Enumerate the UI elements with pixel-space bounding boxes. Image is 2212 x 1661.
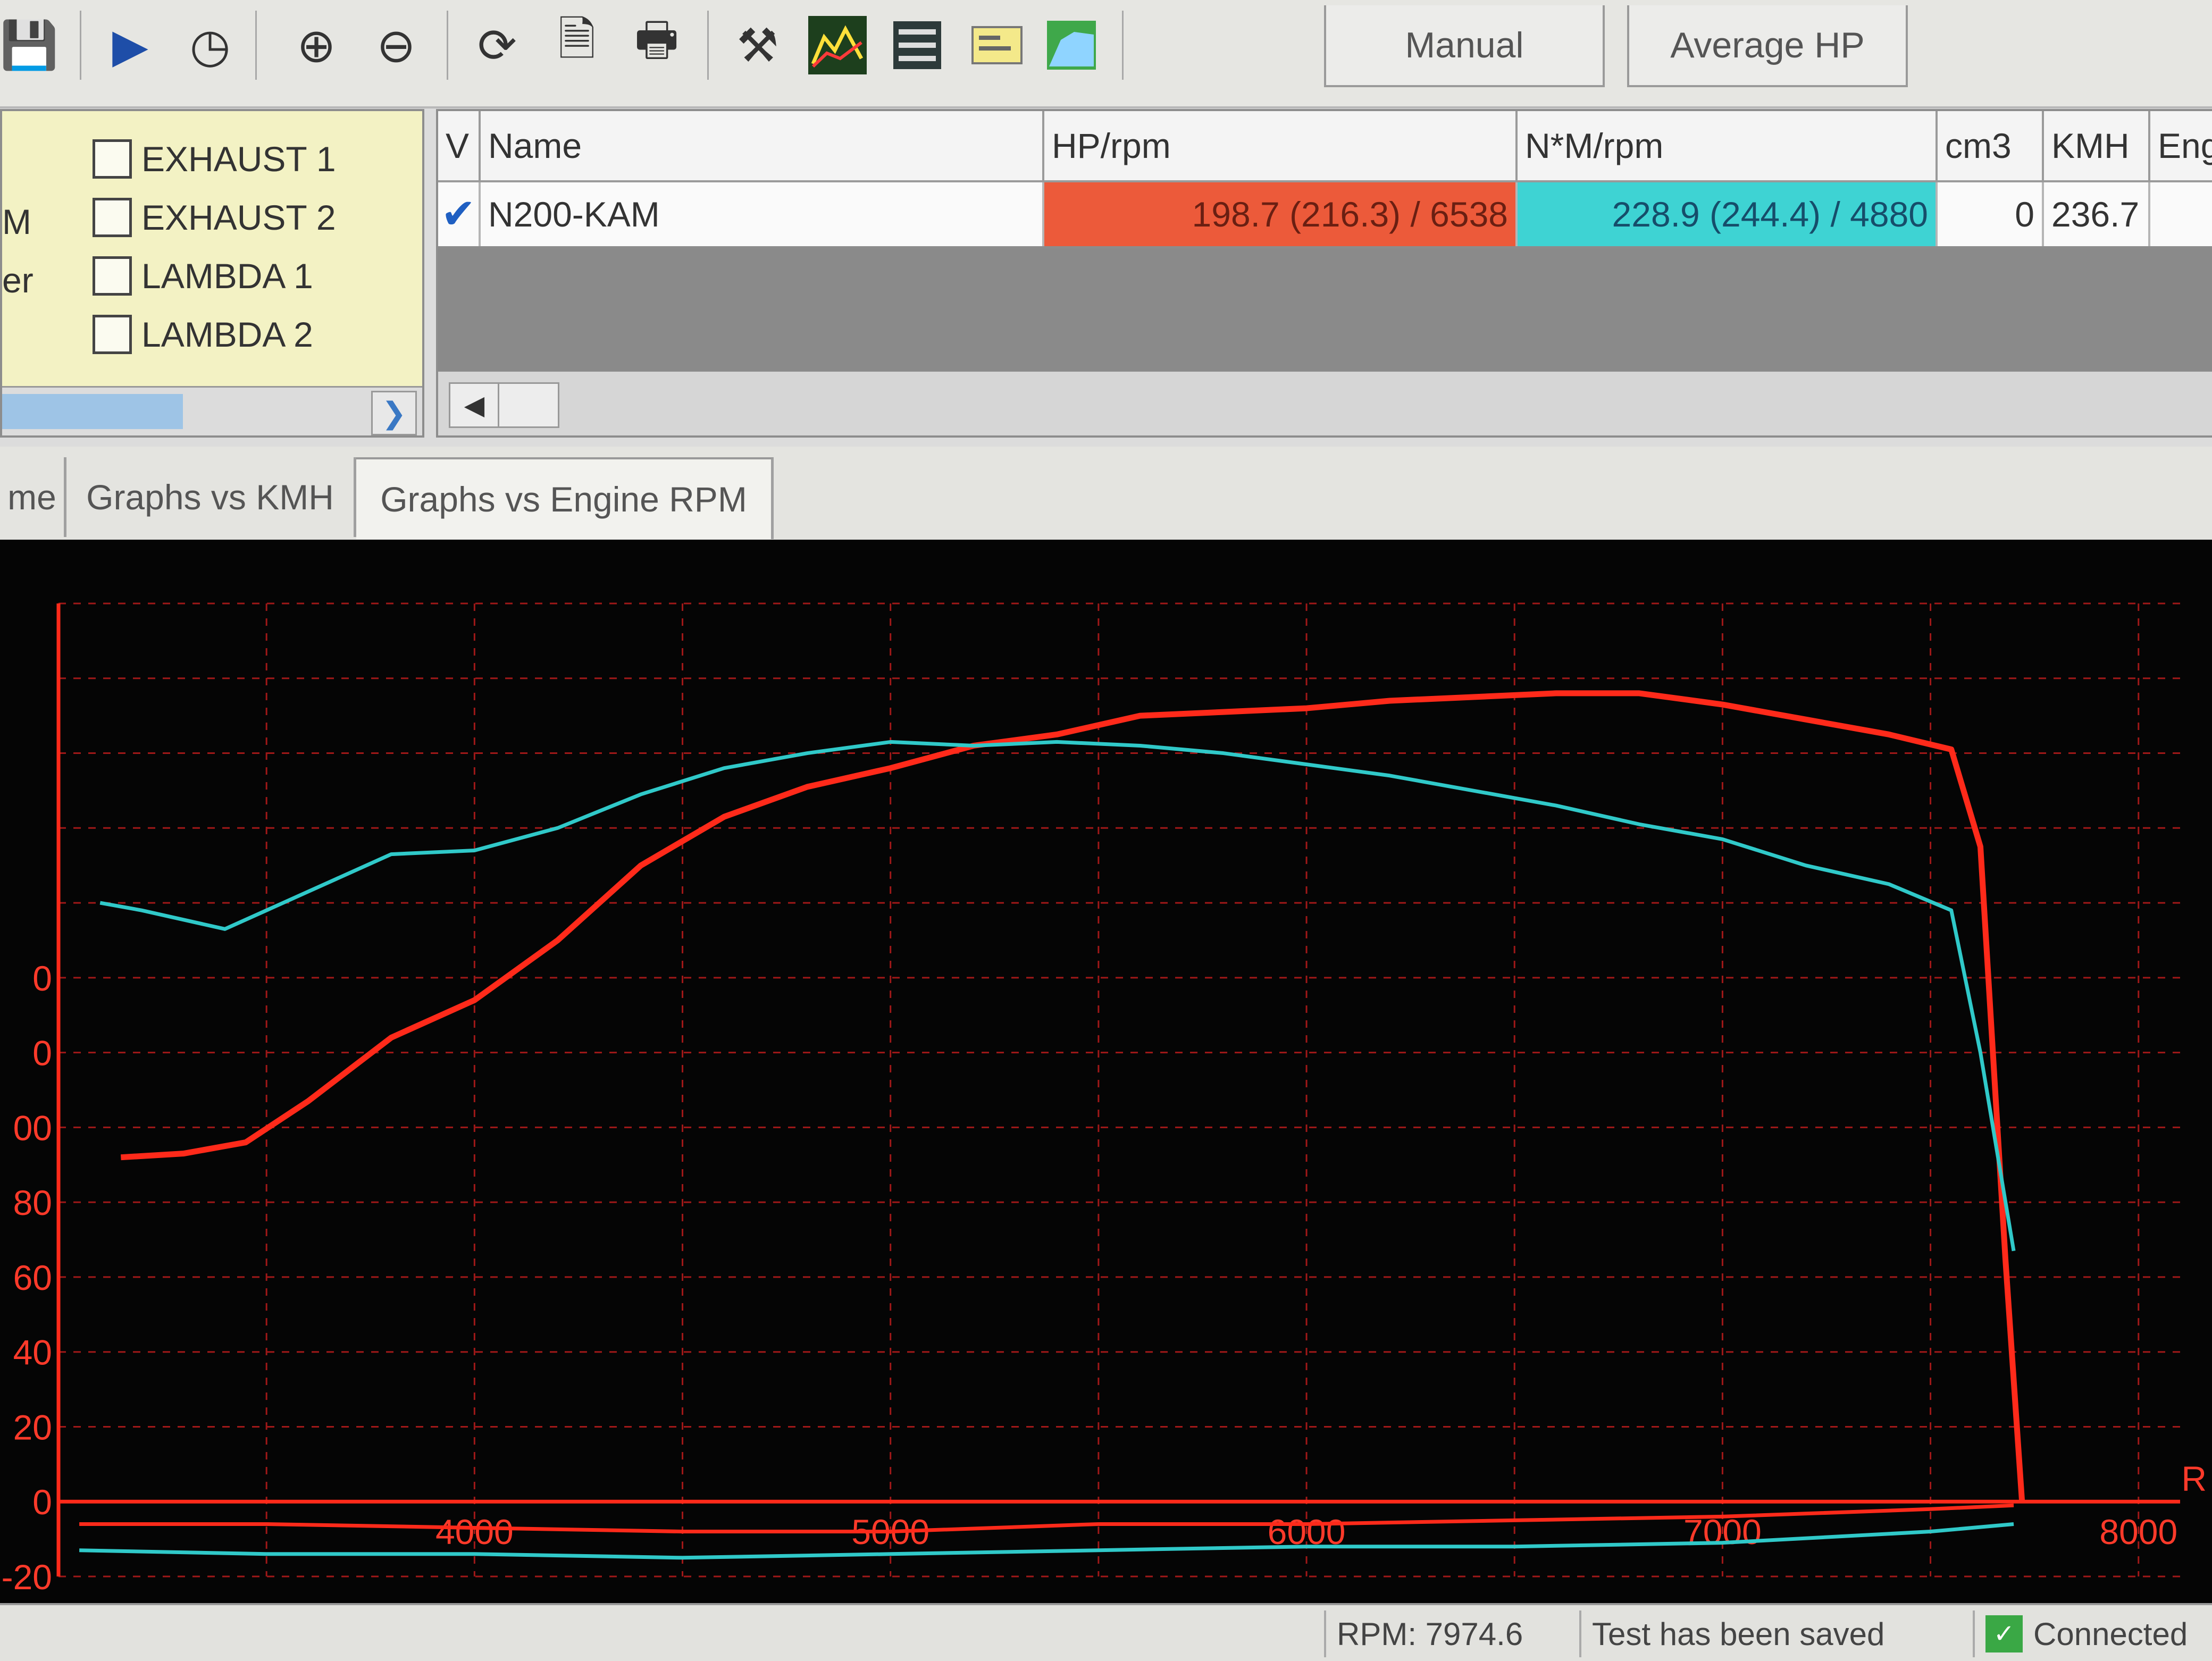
toolbar-separator bbox=[447, 11, 448, 80]
row-hp-value: 198.7 (216.3) / 6538 bbox=[1044, 182, 1518, 246]
refresh-icon[interactable]: ⟳ bbox=[468, 16, 526, 74]
series-line bbox=[99, 740, 2016, 1252]
status-bar: RPM: 7974.6 Test has been saved ✓ Connec… bbox=[0, 1603, 2212, 1661]
column-header-visible[interactable]: V bbox=[438, 111, 481, 180]
toolbar: 💾 ▶ ◷ ⊕ ⊖ ⟳ 🗎 🖶 ⚒ Manual Average HP bbox=[0, 0, 2212, 108]
y-tick-label: 20 bbox=[13, 1407, 52, 1447]
note-icon[interactable] bbox=[968, 16, 1026, 74]
toolbar-separator bbox=[1122, 11, 1124, 80]
zoom-out-icon[interactable]: ⊖ bbox=[367, 16, 425, 74]
channel-label: EXHAUST 1 bbox=[141, 139, 336, 179]
column-header-cm3[interactable]: cm3 bbox=[1938, 111, 2044, 180]
tab-graphs-vs-engine-rpm[interactable]: Graphs vs Engine RPM bbox=[356, 457, 774, 539]
checkbox[interactable] bbox=[93, 315, 132, 354]
column-header-torque-rpm[interactable]: N*M/rpm bbox=[1518, 111, 1938, 180]
y-tick-label: 0 bbox=[32, 1034, 52, 1073]
print-icon[interactable]: 🖶 bbox=[627, 12, 686, 74]
y-tick-label: 0 bbox=[32, 959, 52, 998]
checkbox[interactable] bbox=[93, 256, 132, 296]
channel-label: EXHAUST 2 bbox=[141, 198, 336, 237]
mode-tab-manual[interactable]: Manual bbox=[1324, 5, 1605, 87]
channel-lambda-1[interactable]: LAMBDA 1 bbox=[93, 249, 313, 303]
view-tabs: me Graphs vs KMH Graphs vs Engine RPM bbox=[0, 447, 2212, 542]
save-icon[interactable]: 💾 bbox=[0, 16, 58, 74]
row-name: N200-KAM bbox=[481, 182, 1044, 246]
tools-icon[interactable]: ⚒ bbox=[728, 16, 787, 74]
grid-empty-area bbox=[438, 248, 2212, 371]
chart-area-icon[interactable] bbox=[1042, 16, 1101, 74]
y-tick-label: 80 bbox=[13, 1183, 52, 1222]
connected-icon: ✓ bbox=[1985, 1615, 2023, 1652]
channel-cut-label: er bbox=[2, 261, 33, 300]
zoom-in-icon[interactable]: ⊕ bbox=[287, 16, 346, 74]
status-connection: ✓ Connected bbox=[1973, 1610, 2212, 1657]
series-line bbox=[121, 690, 2025, 1502]
x-tick-label: 4000 bbox=[435, 1512, 514, 1551]
x-axis-label: R bbox=[2181, 1459, 2207, 1498]
column-header-hp-rpm[interactable]: HP/rpm bbox=[1044, 111, 1518, 180]
column-header-kmh[interactable]: KMH bbox=[2044, 111, 2150, 180]
channel-exhaust-2[interactable]: EXHAUST 2 bbox=[93, 191, 336, 244]
y-tick-label: -20 bbox=[2, 1557, 52, 1597]
tab-graphs-vs-kmh[interactable]: Graphs vs KMH bbox=[66, 457, 356, 537]
x-tick-label: 8000 bbox=[2099, 1512, 2177, 1551]
channel-exhaust-1[interactable]: EXHAUST 1 bbox=[93, 132, 336, 186]
mode-tab-average-hp[interactable]: Average HP bbox=[1627, 5, 1908, 87]
row-eng-value bbox=[2150, 182, 2212, 246]
y-tick-label: 0 bbox=[32, 1482, 52, 1522]
row-kmh-value: 236.7 bbox=[2044, 182, 2150, 246]
y-tick-label: 40 bbox=[13, 1333, 52, 1372]
status-message: Test has been saved bbox=[1579, 1610, 1973, 1657]
grid-header: V Name HP/rpm N*M/rpm cm3 KMH Eng bbox=[438, 111, 2212, 182]
row-torque-value: 228.9 (244.4) / 4880 bbox=[1518, 182, 1938, 246]
gauge-icon[interactable]: ◷ bbox=[181, 16, 239, 74]
checkbox[interactable] bbox=[93, 139, 132, 179]
channel-lambda-2[interactable]: LAMBDA 2 bbox=[93, 308, 313, 361]
tab-time[interactable]: me bbox=[0, 457, 66, 537]
status-rpm: RPM: 7974.6 bbox=[1324, 1610, 1579, 1657]
channel-label: LAMBDA 2 bbox=[141, 315, 313, 354]
column-header-eng[interactable]: Eng bbox=[2150, 111, 2212, 180]
row-cm3-value: 0 bbox=[1938, 182, 2044, 246]
table-row[interactable]: ✔ N200-KAM 198.7 (216.3) / 6538 228.9 (2… bbox=[438, 182, 2212, 246]
status-connection-label: Connected bbox=[2033, 1616, 2188, 1652]
checkbox[interactable] bbox=[93, 198, 132, 237]
toolbar-separator bbox=[255, 11, 257, 80]
grid-horizontal-scrollbar[interactable]: ◀ bbox=[438, 372, 2212, 435]
column-header-name[interactable]: Name bbox=[481, 111, 1044, 180]
toolbar-separator bbox=[80, 11, 81, 80]
channel-label: LAMBDA 1 bbox=[141, 256, 313, 296]
channel-scrollbar[interactable]: ❯ bbox=[2, 386, 422, 435]
channel-cut-label: M bbox=[2, 202, 31, 241]
y-tick-label: 00 bbox=[13, 1108, 52, 1147]
print-preview-icon[interactable]: 🗎 bbox=[548, 12, 606, 74]
chevron-right-icon[interactable]: ❯ bbox=[371, 391, 417, 435]
scrollbar-thumb[interactable] bbox=[498, 382, 559, 428]
results-grid: V Name HP/rpm N*M/rpm cm3 KMH Eng ✔ N200… bbox=[436, 109, 2212, 438]
channel-list: M er EXHAUST 1 EXHAUST 2 LAMBDA 1 LAMBDA… bbox=[0, 109, 424, 438]
y-tick-label: 60 bbox=[13, 1258, 52, 1297]
graph-color-icon[interactable] bbox=[808, 16, 867, 74]
scrollbar-thumb[interactable] bbox=[2, 394, 183, 429]
list-icon[interactable] bbox=[888, 16, 946, 74]
scroll-left-icon[interactable]: ◀ bbox=[449, 382, 500, 428]
chart-svg: -2002040608000004000 5000 6000 7000 8000R bbox=[2, 602, 2207, 1597]
dyno-chart: -20 0 20 40 60 80 00 0 0 4000 5000 6000 7000 8000 R bbox=[0, 540, 2212, 1603]
toolbar-separator bbox=[707, 11, 709, 80]
play-icon[interactable]: ▶ bbox=[101, 16, 160, 74]
check-icon[interactable]: ✔ bbox=[438, 182, 481, 246]
